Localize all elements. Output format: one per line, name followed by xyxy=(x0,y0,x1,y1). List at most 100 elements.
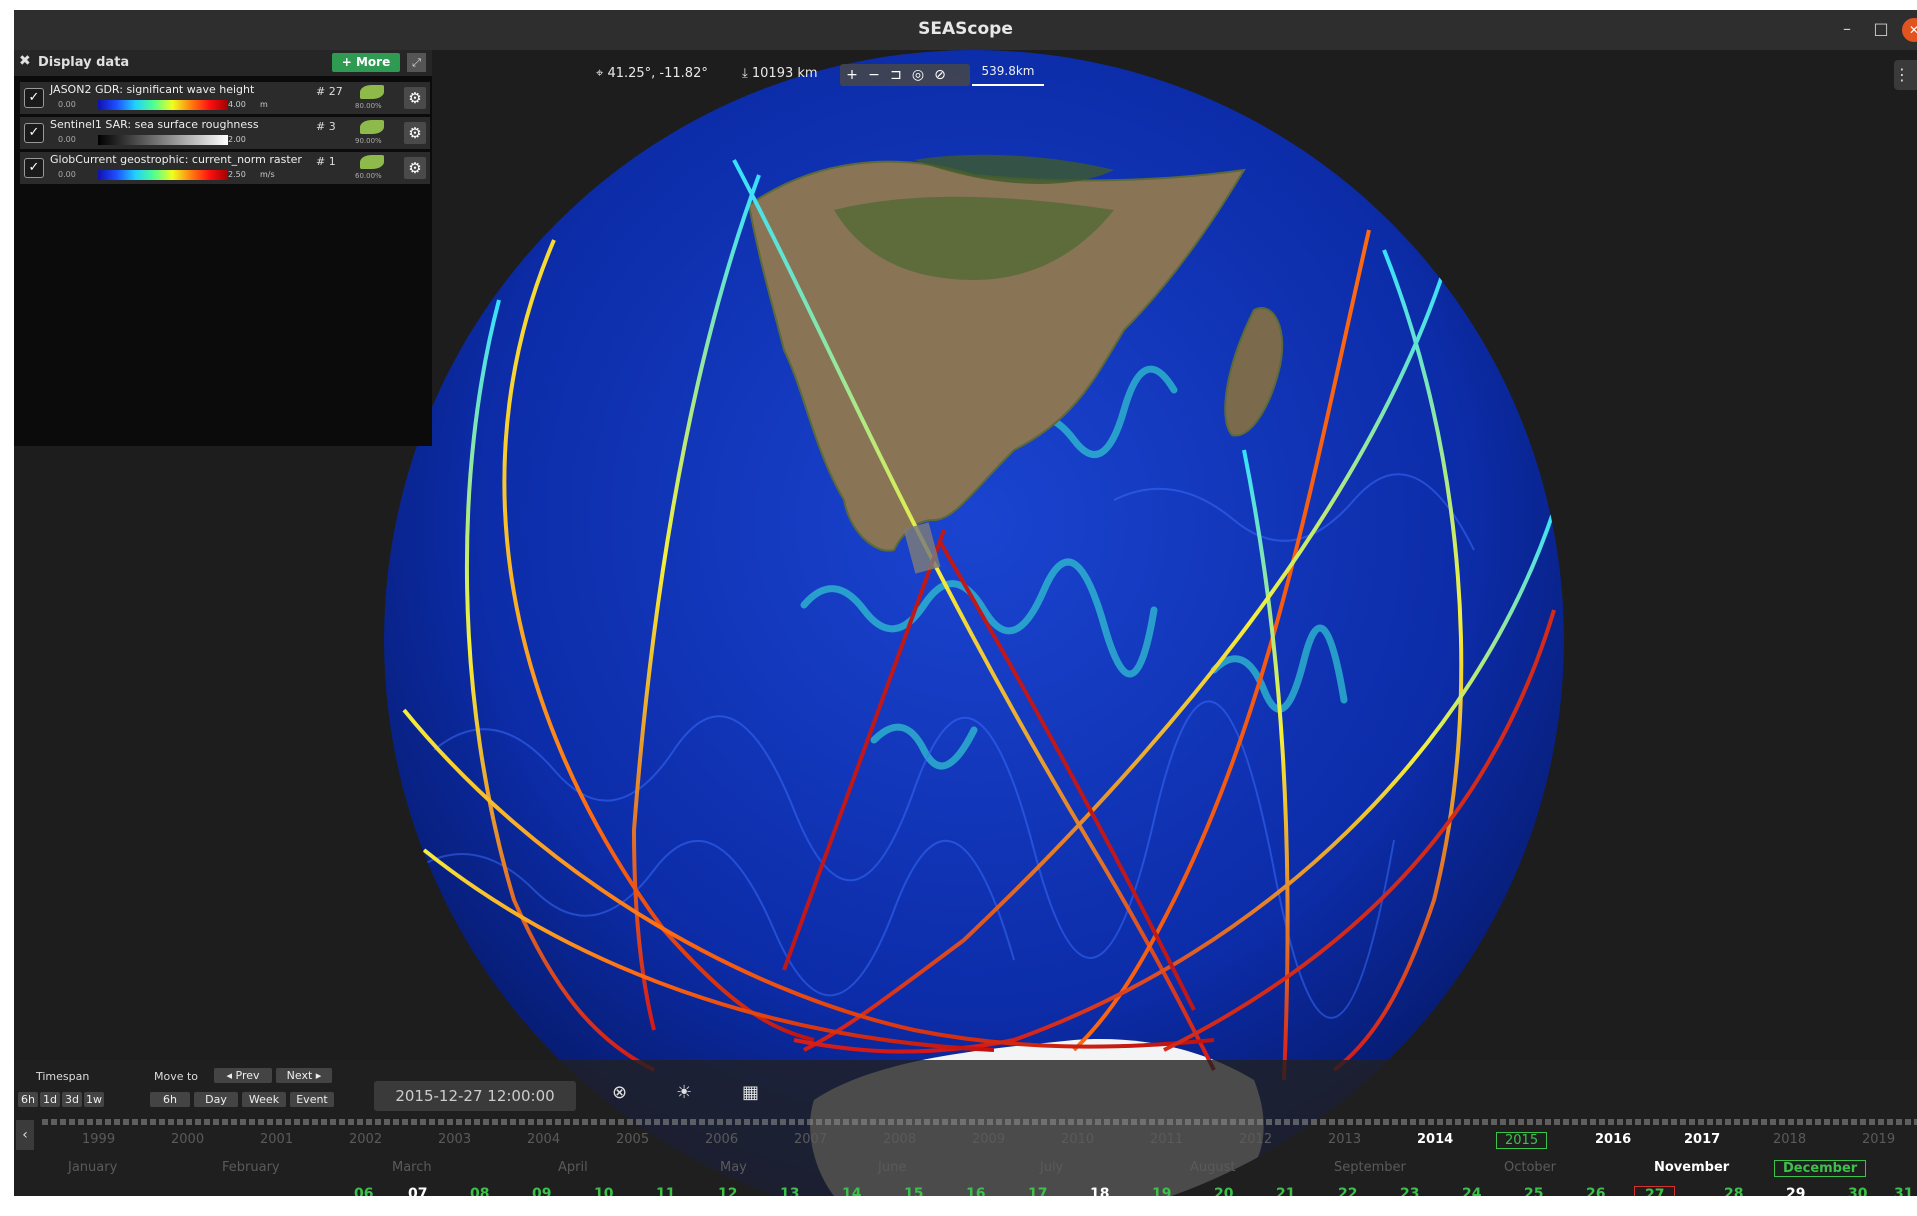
day-item[interactable]: 11 xyxy=(656,1186,675,1196)
timespan-1w-button[interactable]: 1w xyxy=(84,1092,104,1107)
brightness-icon[interactable]: ☀ xyxy=(676,1082,692,1103)
day-item[interactable]: 07 xyxy=(408,1186,427,1196)
timespan-3d-button[interactable]: 3d xyxy=(62,1092,82,1107)
clear-icon[interactable]: ⊗ xyxy=(612,1082,627,1103)
month-item[interactable]: April xyxy=(558,1160,588,1175)
year-item[interactable]: 2018 xyxy=(1773,1132,1806,1147)
year-item[interactable]: 2014 xyxy=(1417,1132,1453,1147)
day-item[interactable]: 21 xyxy=(1276,1186,1295,1196)
year-item[interactable]: 2013 xyxy=(1328,1132,1361,1147)
day-item[interactable]: 28 xyxy=(1724,1186,1743,1196)
year-item[interactable]: 2005 xyxy=(616,1132,649,1147)
layer-visibility-checkbox[interactable]: ✓ xyxy=(24,158,44,178)
day-item[interactable]: 25 xyxy=(1524,1186,1543,1196)
year-row: 1999 2000 2001 2002 2003 2004 2005 2006 … xyxy=(42,1132,1917,1152)
day-item-selected[interactable]: 27 xyxy=(1634,1186,1676,1196)
year-item[interactable]: 2016 xyxy=(1595,1132,1631,1147)
year-item-selected[interactable]: 2015 xyxy=(1496,1132,1548,1149)
opacity-leaf-icon[interactable] xyxy=(360,85,384,99)
day-item[interactable]: 16 xyxy=(966,1186,985,1196)
day-item[interactable]: 13 xyxy=(780,1186,799,1196)
day-item[interactable]: 08 xyxy=(470,1186,489,1196)
day-item[interactable]: 31 xyxy=(1894,1186,1913,1196)
day-item[interactable]: 23 xyxy=(1400,1186,1419,1196)
layer-row[interactable]: ✓ GlobCurrent geostrophic: current_norm … xyxy=(20,152,430,184)
year-item[interactable]: 2004 xyxy=(527,1132,560,1147)
timespan-1d-button[interactable]: 1d xyxy=(40,1092,60,1107)
year-item[interactable]: 2009 xyxy=(972,1132,1005,1147)
layer-row[interactable]: ✓ JASON2 GDR: significant wave height 0.… xyxy=(20,82,430,114)
day-item[interactable]: 06 xyxy=(354,1186,373,1196)
year-item[interactable]: 1999 xyxy=(82,1132,115,1147)
year-item[interactable]: 2000 xyxy=(171,1132,204,1147)
day-item[interactable]: 19 xyxy=(1152,1186,1171,1196)
layer-visibility-checkbox[interactable]: ✓ xyxy=(24,88,44,108)
day-item[interactable]: 30 xyxy=(1848,1186,1867,1196)
timespan-6h-button[interactable]: 6h xyxy=(18,1092,38,1107)
month-item[interactable]: March xyxy=(392,1160,432,1175)
year-item[interactable]: 2010 xyxy=(1061,1132,1094,1147)
year-item[interactable]: 2011 xyxy=(1150,1132,1183,1147)
gear-icon: ⚙ xyxy=(408,89,422,107)
day-item[interactable]: 22 xyxy=(1338,1186,1357,1196)
day-item[interactable]: 17 xyxy=(1028,1186,1047,1196)
fit-view-icon[interactable]: ⊐ xyxy=(886,64,906,86)
year-item[interactable]: 2003 xyxy=(438,1132,471,1147)
month-item[interactable]: May xyxy=(720,1160,747,1175)
year-item[interactable]: 2012 xyxy=(1239,1132,1272,1147)
move-event-button[interactable]: Event xyxy=(290,1092,334,1107)
datetime-display[interactable]: 2015-12-27 12:00:00 xyxy=(374,1081,576,1111)
month-item[interactable]: February xyxy=(222,1160,280,1175)
reset-north-icon[interactable]: ⊘ xyxy=(930,64,950,86)
timeline-scroll-left-button[interactable]: ‹ xyxy=(16,1120,34,1150)
more-button[interactable]: + More xyxy=(332,53,400,72)
year-item[interactable]: 2007 xyxy=(794,1132,827,1147)
month-item[interactable]: November xyxy=(1654,1160,1729,1175)
day-item[interactable]: 29 xyxy=(1786,1186,1805,1196)
month-item-selected[interactable]: December xyxy=(1774,1160,1867,1177)
maximize-button[interactable]: □ xyxy=(1868,16,1894,42)
layer-settings-button[interactable]: ⚙ xyxy=(404,87,426,109)
day-item[interactable]: 18 xyxy=(1090,1186,1109,1196)
day-item[interactable]: 20 xyxy=(1214,1186,1233,1196)
month-item[interactable]: August xyxy=(1190,1160,1236,1175)
day-item[interactable]: 15 xyxy=(904,1186,923,1196)
panel-header: ✖ Display data + More ⤢ xyxy=(14,50,432,76)
layer-row[interactable]: ✓ Sentinel1 SAR: sea surface roughness 0… xyxy=(20,117,430,149)
move-week-button[interactable]: Week xyxy=(242,1092,286,1107)
layer-settings-button[interactable]: ⚙ xyxy=(404,157,426,179)
year-item[interactable]: 2001 xyxy=(260,1132,293,1147)
prev-button[interactable]: ◂ Prev xyxy=(214,1068,272,1083)
calendar-icon[interactable]: ▦ xyxy=(742,1082,759,1103)
day-item[interactable]: 12 xyxy=(718,1186,737,1196)
day-item[interactable]: 14 xyxy=(842,1186,861,1196)
expand-panel-button[interactable]: ⤢ xyxy=(407,53,426,72)
layer-visibility-checkbox[interactable]: ✓ xyxy=(24,123,44,143)
opacity-leaf-icon[interactable] xyxy=(360,120,384,134)
layer-name: Sentinel1 SAR: sea surface roughness xyxy=(50,118,259,131)
month-item[interactable]: January xyxy=(68,1160,117,1175)
month-item[interactable]: June xyxy=(878,1160,906,1175)
minimize-button[interactable]: – xyxy=(1834,16,1860,42)
year-item[interactable]: 2002 xyxy=(349,1132,382,1147)
zoom-in-icon[interactable]: + xyxy=(842,64,862,86)
zoom-out-icon[interactable]: − xyxy=(864,64,884,86)
next-button[interactable]: Next ▸ xyxy=(276,1068,332,1083)
apps-grid-button[interactable]: ⋮⋮ xyxy=(1894,60,1917,90)
day-item[interactable]: 24 xyxy=(1462,1186,1481,1196)
layer-settings-button[interactable]: ⚙ xyxy=(404,122,426,144)
month-item[interactable]: July xyxy=(1040,1160,1063,1175)
day-item[interactable]: 10 xyxy=(594,1186,613,1196)
year-item[interactable]: 2008 xyxy=(883,1132,916,1147)
year-item[interactable]: 2006 xyxy=(705,1132,738,1147)
month-item[interactable]: September xyxy=(1334,1160,1406,1175)
year-item[interactable]: 2019 xyxy=(1862,1132,1895,1147)
opacity-leaf-icon[interactable] xyxy=(360,155,384,169)
day-item[interactable]: 09 xyxy=(532,1186,551,1196)
move-6h-button[interactable]: 6h xyxy=(150,1092,190,1107)
year-item[interactable]: 2017 xyxy=(1684,1132,1720,1147)
month-item[interactable]: October xyxy=(1504,1160,1556,1175)
compass-icon[interactable]: ◎ xyxy=(908,64,928,86)
move-day-button[interactable]: Day xyxy=(194,1092,238,1107)
day-item[interactable]: 26 xyxy=(1586,1186,1605,1196)
